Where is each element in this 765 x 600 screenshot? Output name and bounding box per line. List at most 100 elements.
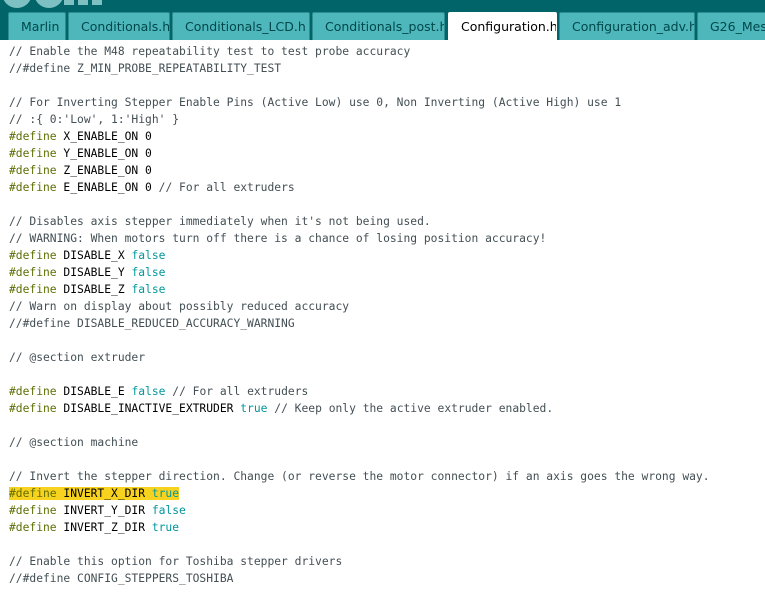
code-editor[interactable]: // Enable the M48 repeatability test to …	[0, 40, 765, 600]
code-comment: // WARNING: When motors turn off there i…	[9, 232, 547, 245]
code-comment: //#define DISABLE_REDUCED_ACCURACY_WARNI…	[9, 317, 295, 330]
code-line[interactable]: #define DISABLE_X false	[9, 247, 710, 264]
code-comment: //#define CONFIG_STEPPERS_TOSHIBA	[9, 572, 234, 585]
code-literal: false	[131, 249, 166, 262]
code-comment: // @section machine	[9, 436, 139, 449]
code-line[interactable]: #define INVERT_Y_DIR false	[9, 502, 710, 519]
code-line-content: #define INVERT_Y_DIR false	[9, 504, 186, 517]
code-define-keyword: #define	[9, 164, 57, 177]
tab-label: Configuration.h	[461, 19, 557, 34]
code-line[interactable]: // Enable the M48 repeatability test to …	[9, 43, 710, 60]
code-define-keyword: #define	[9, 385, 57, 398]
code-define-keyword: #define	[9, 266, 57, 279]
code-define-keyword: #define	[9, 249, 57, 262]
code-literal: true	[151, 487, 180, 500]
code-define-keyword: #define	[9, 130, 57, 143]
code-line[interactable]: // Disables axis stepper immediately whe…	[9, 213, 710, 230]
code-line[interactable]	[9, 366, 710, 383]
code-line-content: //#define CONFIG_STEPPERS_TOSHIBA	[9, 572, 233, 585]
code-line[interactable]: //#define CONFIG_STEPPERS_TOSHIBA	[9, 570, 710, 587]
code-define-keyword: #define	[9, 521, 57, 534]
code-line[interactable]: #define E_ENABLE_ON 0 // For all extrude…	[9, 179, 710, 196]
code-text: INVERT_Z_DIR	[56, 521, 152, 534]
tab-conditionals-lcd-h[interactable]: Conditionals_LCD.h	[172, 12, 310, 40]
code-line-content: // Enable the M48 repeatability test to …	[9, 45, 410, 58]
code-line[interactable]: // @section extruder	[9, 349, 710, 366]
code-line[interactable]: // @section machine	[9, 434, 710, 451]
code-line[interactable]: // Warn on display about possibly reduce…	[9, 298, 710, 315]
code-line[interactable]	[9, 451, 710, 468]
code-line[interactable]	[9, 536, 710, 553]
code-line[interactable]	[9, 332, 710, 349]
code-comment: // Enable the M48 repeatability test to …	[9, 45, 411, 58]
code-text: INVERT_X_DIR	[56, 487, 152, 500]
tab-g26-mesh-validation-tool[interactable]: G26_Mesh_Validation_Tool.cpp	[697, 12, 765, 40]
code-define-keyword: #define	[9, 181, 57, 194]
code-line[interactable]: // WARNING: When motors turn off there i…	[9, 230, 710, 247]
code-comment: // Disables axis stepper immediately whe…	[9, 215, 431, 228]
code-line[interactable]: #define DISABLE_INACTIVE_EXTRUDER true /…	[9, 400, 710, 417]
code-line[interactable]: // Invert the stepper direction. Change …	[9, 468, 710, 485]
code-line-content: #define DISABLE_E false // For all extru…	[9, 385, 308, 398]
code-line-content: #define DISABLE_X false	[9, 249, 165, 262]
code-comment: // Enable this option for Toshiba steppe…	[9, 555, 343, 568]
code-line-content	[9, 198, 16, 211]
code-line-content: //#define Z_MIN_PROBE_REPEATABILITY_TEST	[9, 62, 281, 75]
code-line-content: #define X_ENABLE_ON 0	[9, 130, 152, 143]
code-line[interactable]: #define DISABLE_Z false	[9, 281, 710, 298]
code-define-keyword: #define	[9, 402, 57, 415]
code-line-content	[9, 334, 16, 347]
tab-bar: Marlin Conditionals.h Conditionals_LCD.h…	[0, 0, 765, 40]
code-line[interactable]: // :{ 0:'Low', 1:'High' }	[9, 111, 710, 128]
tab-conditionals-h[interactable]: Conditionals.h	[68, 12, 170, 40]
tab-label: G26_Mesh_Validation_Tool.cpp	[710, 19, 765, 34]
code-line[interactable]	[9, 196, 710, 213]
tab-configuration-adv-h[interactable]: Configuration_adv.h	[559, 12, 695, 40]
tab-conditionals-post-h[interactable]: Conditionals_post.h	[312, 12, 445, 40]
arduino-logo-icon	[34, 0, 64, 8]
code-line-content: // Warn on display about possibly reduce…	[9, 300, 349, 313]
code-line[interactable]: #define Y_ENABLE_ON 0	[9, 145, 710, 162]
code-line[interactable]: #define DISABLE_Y false	[9, 264, 710, 281]
code-line[interactable]	[9, 417, 710, 434]
tab-marlin[interactable]: Marlin	[8, 12, 66, 40]
code-text: Y_ENABLE_ON 0	[56, 147, 152, 160]
code-comment: // Keep only the active extruder enabled…	[274, 402, 554, 415]
code-line[interactable]: //#define Z_MIN_PROBE_REPEATABILITY_TEST	[9, 60, 710, 77]
code-literal: false	[131, 385, 166, 398]
code-line[interactable]	[9, 77, 710, 94]
code-line-content: // Enable this option for Toshiba steppe…	[9, 555, 342, 568]
code-line-content	[9, 538, 16, 551]
code-line-content: // Invert the stepper direction. Change …	[9, 470, 710, 483]
code-line-content: // For Inverting Stepper Enable Pins (Ac…	[9, 96, 621, 109]
code-literal: false	[131, 266, 166, 279]
toolbar-strip	[64, 0, 74, 5]
code-text: Z_ENABLE_ON 0	[56, 164, 152, 177]
code-line[interactable]: //#define DISABLE_REDUCED_ACCURACY_WARNI…	[9, 315, 710, 332]
code-line[interactable]: // Enable this option for Toshiba steppe…	[9, 553, 710, 570]
code-line-content: #define INVERT_X_DIR true	[9, 487, 180, 500]
code-text: DISABLE_X	[56, 249, 132, 262]
code-line[interactable]: // For Inverting Stepper Enable Pins (Ac…	[9, 94, 710, 111]
code-comment: // :{ 0:'Low', 1:'High' }	[9, 113, 180, 126]
code-text: DISABLE_INACTIVE_EXTRUDER	[56, 402, 241, 415]
toolbar-strip	[78, 0, 88, 5]
code-line[interactable]: #define INVERT_Z_DIR true	[9, 519, 710, 536]
highlighted-code-line[interactable]: #define INVERT_X_DIR true	[9, 485, 710, 502]
code-literal: false	[131, 283, 166, 296]
code-comment: //#define Z_MIN_PROBE_REPEATABILITY_TEST	[9, 62, 282, 75]
code-line-content: #define DISABLE_INACTIVE_EXTRUDER true /…	[9, 402, 553, 415]
code-area[interactable]: // Enable the M48 repeatability test to …	[9, 43, 710, 587]
tab-configuration-h[interactable]: Configuration.h	[448, 12, 557, 40]
code-line[interactable]: #define DISABLE_E false // For all extru…	[9, 383, 710, 400]
code-comment: // Warn on display about possibly reduce…	[9, 300, 350, 313]
code-line[interactable]: #define Z_ENABLE_ON 0	[9, 162, 710, 179]
tab-label: Conditionals_post.h	[325, 19, 445, 34]
code-line-content: //#define DISABLE_REDUCED_ACCURACY_WARNI…	[9, 317, 295, 330]
tab-label: Conditionals_LCD.h	[185, 19, 306, 34]
code-line-content: // @section machine	[9, 436, 138, 449]
code-line-content: #define INVERT_Z_DIR true	[9, 521, 179, 534]
code-line[interactable]: #define X_ENABLE_ON 0	[9, 128, 710, 145]
code-text: E_ENABLE_ON 0	[56, 181, 159, 194]
code-text: DISABLE_Z	[56, 283, 132, 296]
